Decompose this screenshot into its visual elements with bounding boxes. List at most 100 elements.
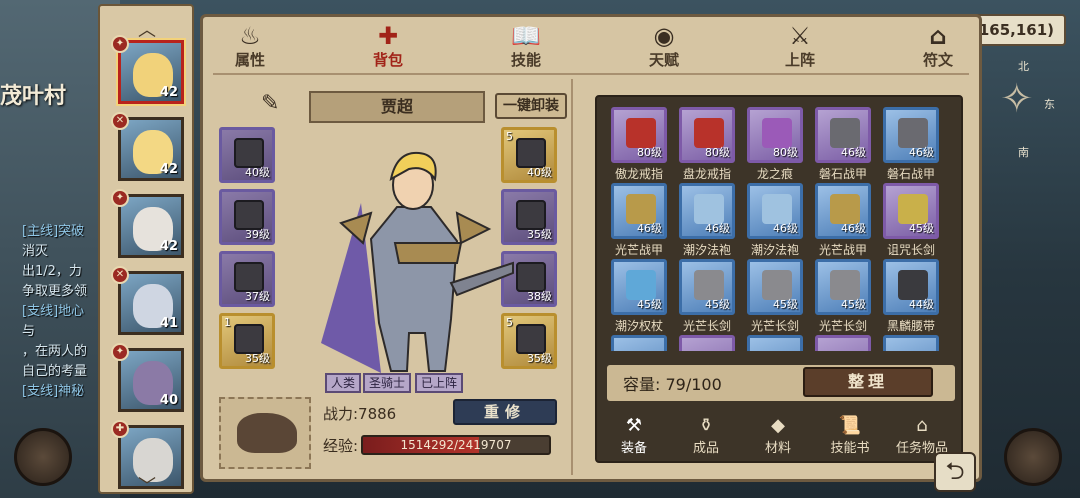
quest-line: [主线]突破 bbox=[22, 224, 85, 239]
tab-5[interactable]: ⌂ 符文 bbox=[893, 23, 983, 70]
rename-quill-icon[interactable]: ✎ bbox=[261, 91, 279, 116]
inventory-grid[interactable]: 80级 傲龙戒指 80级 盘龙戒指 80级 龙之痕 46级 磐石战甲 46级 磐石战甲 46级 光芒战… bbox=[611, 107, 951, 351]
inventory-item-name: 磐石战甲 bbox=[886, 167, 935, 181]
quest-line: [支线]神秘 bbox=[22, 384, 85, 399]
inventory-item-name: 光芒长剑 bbox=[682, 319, 731, 333]
hero-avatar[interactable]: ✕ 41 bbox=[111, 266, 184, 335]
hero-class-badge-icon: ✕ bbox=[111, 266, 129, 284]
category-tab[interactable]: ⌂ 任务物品 bbox=[889, 415, 955, 456]
inventory-item[interactable]: 46级 bbox=[815, 183, 871, 239]
quest-line: [支线]地心 bbox=[22, 304, 85, 319]
tab-3[interactable]: ◉ 天赋 bbox=[619, 23, 709, 70]
inventory-item[interactable]: 45级 bbox=[815, 259, 871, 315]
unequip-all-button[interactable]: 一键卸装 bbox=[495, 93, 567, 119]
inventory-item-name: 潮汐法袍 bbox=[682, 243, 731, 257]
hero-class-badge-icon: ✦ bbox=[111, 35, 129, 53]
category-tab[interactable]: 📜 技能书 bbox=[817, 415, 883, 456]
hero-level: 42 bbox=[159, 239, 178, 254]
equipment-slot[interactable]: 40级 bbox=[219, 127, 275, 183]
inventory-item[interactable] bbox=[883, 335, 939, 351]
inventory-item[interactable]: 46级 bbox=[679, 183, 735, 239]
inventory-item-level: 80级 bbox=[773, 146, 798, 159]
inventory-item-name: 潮汐权杖 bbox=[614, 319, 663, 333]
tab-label: 符文 bbox=[922, 51, 953, 69]
inventory-item-name: 傲龙戒指 bbox=[614, 167, 663, 181]
bottom-right-home-button[interactable] bbox=[1004, 428, 1062, 486]
inventory-item[interactable]: 44级 bbox=[883, 259, 939, 315]
inventory-item[interactable]: 46级 bbox=[611, 183, 667, 239]
inventory-item-name: 光芒长剑 bbox=[750, 319, 799, 333]
hero-avatar[interactable]: ✦ 42 bbox=[111, 189, 184, 258]
equipment-level: 35级 bbox=[245, 352, 270, 365]
hero-class-badge-icon: ✚ bbox=[111, 420, 129, 438]
category-label: 技能书 bbox=[830, 441, 870, 456]
hero-avatar[interactable]: ✦ 40 bbox=[111, 343, 184, 412]
tab-label: 属性 bbox=[234, 51, 265, 69]
category-label: 材料 bbox=[764, 441, 791, 456]
equipment-level: 37级 bbox=[245, 290, 270, 303]
hero-roster: ︿ ✦ 42 ✕ 42 ✦ 42 ✕ 41 ✦ 40 ✚ ﹀ bbox=[98, 4, 194, 497]
category-tab[interactable]: ◆ 材料 bbox=[745, 415, 811, 456]
category-icon: ⚒ bbox=[625, 415, 643, 436]
inventory-item[interactable] bbox=[747, 335, 803, 351]
equipment-slot[interactable]: 1 35级 bbox=[219, 313, 275, 369]
inventory-item-name: 黑麟腰带 bbox=[886, 319, 935, 333]
inventory-item[interactable]: 46级 bbox=[883, 107, 939, 163]
character-tag: 人类 bbox=[325, 373, 362, 393]
quest-line: 争取更多领 bbox=[22, 284, 88, 299]
hero-avatar[interactable]: ✕ 42 bbox=[111, 112, 184, 181]
inventory-item-level: 45级 bbox=[841, 298, 866, 311]
repair-button[interactable]: 重修 bbox=[453, 399, 557, 425]
pet-slot[interactable] bbox=[219, 397, 311, 469]
inventory-item[interactable]: 80级 bbox=[611, 107, 667, 163]
inventory-item[interactable] bbox=[679, 335, 735, 351]
inventory-item[interactable]: 46级 bbox=[815, 107, 871, 163]
inventory-panel: 80级 傲龙戒指 80级 盘龙戒指 80级 龙之痕 46级 磐石战甲 46级 磐石战甲 46级 光芒战… bbox=[595, 95, 963, 463]
equipment-level: 35级 bbox=[527, 228, 552, 241]
inventory-item[interactable]: 46级 bbox=[747, 183, 803, 239]
inventory-item-level: 46级 bbox=[841, 146, 866, 159]
tab-icon: ♨ bbox=[239, 22, 261, 50]
tab-1[interactable]: ✚ 背包 bbox=[343, 23, 433, 70]
inventory-item[interactable]: 45级 bbox=[747, 259, 803, 315]
panel-tabs: ♨ 属性 ✚ 背包 📖 技能 ◉ 天赋 ⚔ 上阵 ⌂ 符文 bbox=[203, 17, 979, 77]
inventory-item-level: 80级 bbox=[637, 146, 662, 159]
compass-east: 东 bbox=[1044, 98, 1055, 111]
inventory-item[interactable]: 80级 bbox=[747, 107, 803, 163]
back-button[interactable]: ⮌ bbox=[934, 452, 976, 492]
tab-0[interactable]: ♨ 属性 bbox=[205, 23, 295, 70]
equipment-slot[interactable]: 39级 bbox=[219, 189, 275, 245]
roster-down-arrow-icon[interactable]: ﹀ bbox=[138, 472, 156, 498]
inventory-item[interactable]: 45级 bbox=[883, 183, 939, 239]
equipment-level: 39级 bbox=[245, 228, 270, 241]
exp-label: 经验: bbox=[323, 437, 359, 455]
tab-2[interactable]: 📖 技能 bbox=[481, 23, 571, 70]
equipment-slot[interactable]: 37级 bbox=[219, 251, 275, 307]
capacity: 容量: 79/100 bbox=[623, 371, 722, 395]
inventory-item[interactable]: 80级 bbox=[679, 107, 735, 163]
inventory-footer: 容量: 79/100 整理 bbox=[607, 365, 955, 401]
inventory-item[interactable] bbox=[611, 335, 667, 351]
inventory-item[interactable]: 45级 bbox=[611, 259, 667, 315]
bottom-left-menu-button[interactable] bbox=[14, 428, 72, 486]
category-tab[interactable]: ⚒ 装备 bbox=[601, 415, 667, 456]
category-tab[interactable]: ⚱ 成品 bbox=[673, 415, 739, 456]
character-name: 贾超 bbox=[309, 91, 485, 123]
hero-avatar[interactable]: ✦ 42 bbox=[111, 35, 184, 104]
compass-north: 北 bbox=[1018, 60, 1029, 73]
tab-icon: ◉ bbox=[653, 22, 675, 50]
inventory-item-level: 45级 bbox=[705, 298, 730, 311]
compass-south: 南 bbox=[1018, 146, 1029, 159]
inventory-item-level: 46级 bbox=[705, 222, 730, 235]
tab-4[interactable]: ⚔ 上阵 bbox=[755, 23, 845, 70]
roster-up-arrow-icon[interactable]: ︿ bbox=[138, 16, 156, 42]
inventory-item[interactable]: 45级 bbox=[679, 259, 735, 315]
tab-icon: ✚ bbox=[377, 22, 399, 50]
tab-icon: 📖 bbox=[511, 22, 541, 50]
inventory-item-level: 45级 bbox=[909, 222, 934, 235]
inventory-item-name: 光芒战甲 bbox=[614, 243, 663, 257]
inventory-item[interactable] bbox=[815, 335, 871, 351]
inventory-item-level: 46级 bbox=[773, 222, 798, 235]
sort-button[interactable]: 整理 bbox=[803, 367, 933, 397]
inventory-item-level: 45级 bbox=[637, 298, 662, 311]
